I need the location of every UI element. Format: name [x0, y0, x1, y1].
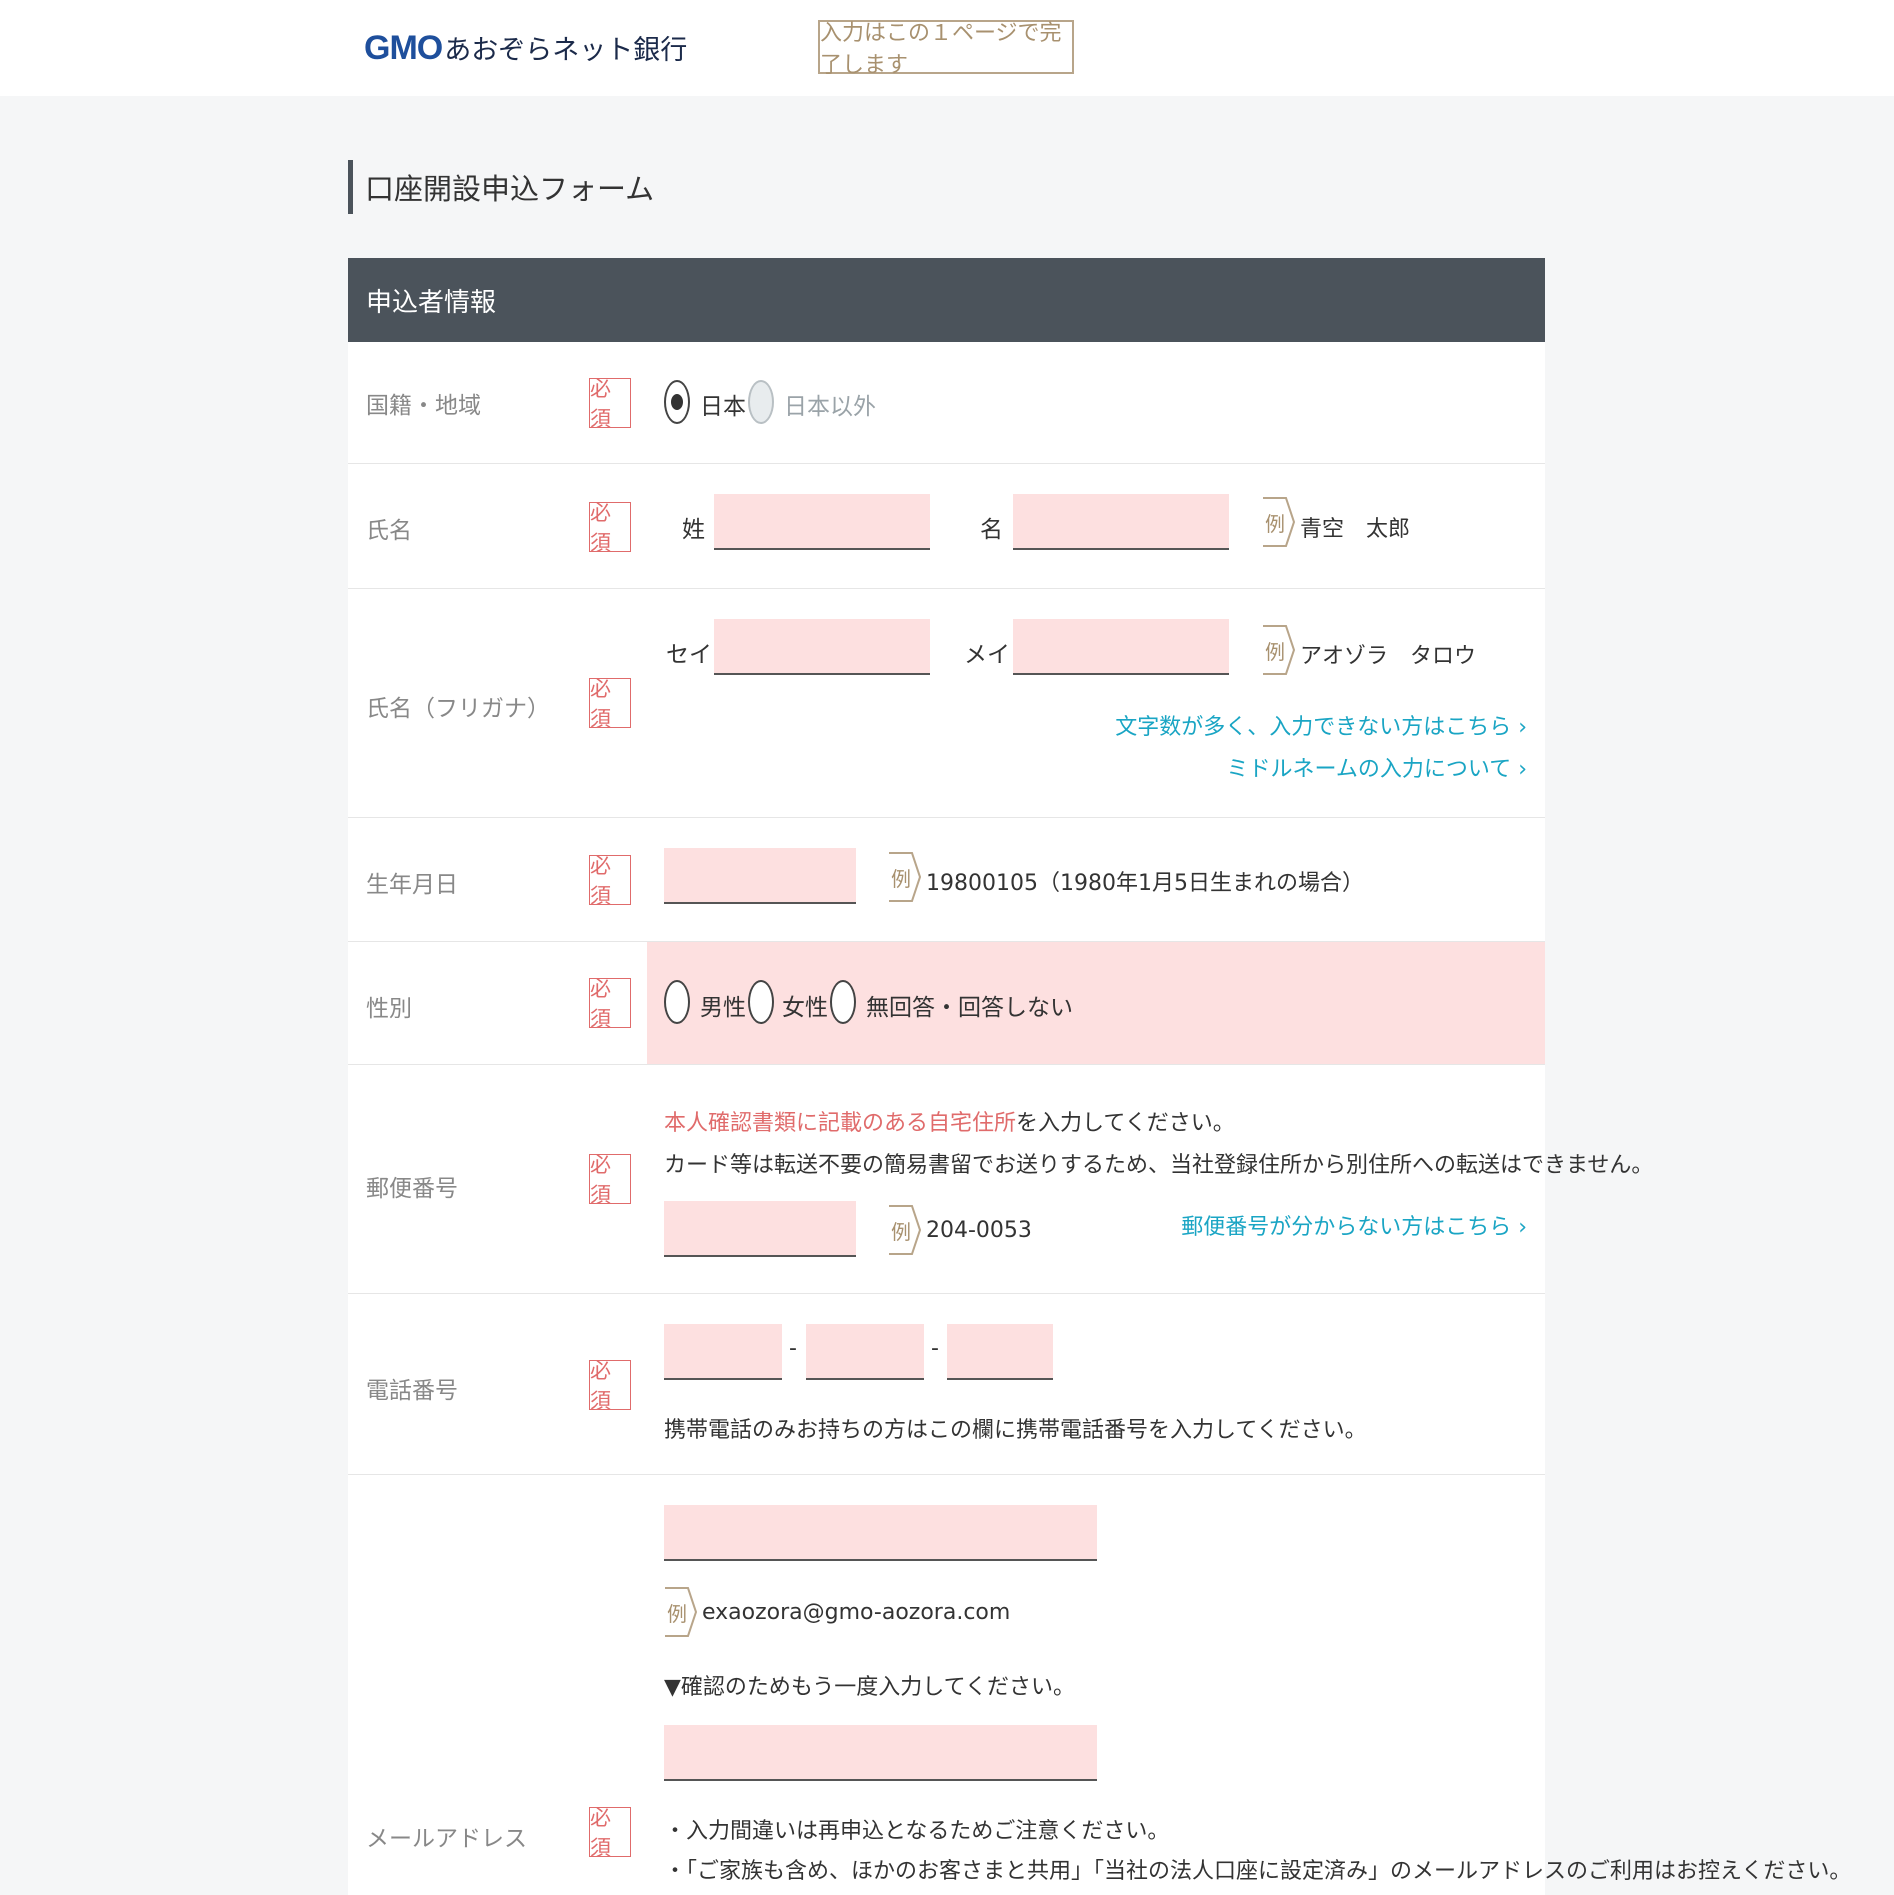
example-mark-text: 例 [667, 1601, 687, 1626]
phone-part1-input[interactable] [664, 1324, 782, 1380]
gender-none-radio[interactable] [830, 980, 856, 1024]
example-mark-text: 例 [1265, 511, 1285, 536]
required-badge: 必須 [589, 854, 631, 908]
phone-part3-input[interactable] [947, 1324, 1053, 1380]
first-name-label: 名 [980, 517, 1003, 543]
one-page-badge: 入力はこの１ページで完了します [818, 20, 1074, 78]
postal-note-2: カード等は転送不要の簡易書留でお送りするため、当社登録住所から別住所への転送はで… [664, 1153, 1654, 1178]
logo-bank-name: あおぞらネット銀行 [444, 35, 688, 66]
required-badge: 必須 [589, 677, 631, 731]
gender-female-label[interactable]: 女性 [782, 988, 828, 1022]
row-birthday: 生年月日 必須 例 19800105（1980年1月5日生まれの場合） [348, 818, 1545, 942]
application-form: 申込者情報 国籍・地域 必須 日本 日本以外 氏名 必須 姓 名 例 青空 太郎… [348, 258, 1851, 1895]
last-name-label: 姓 [682, 517, 705, 543]
row-name: 氏名 必須 姓 名 例 青空 太郎 [348, 464, 1545, 589]
gender-male-label[interactable]: 男性 [700, 988, 746, 1022]
nationality-japan-radio[interactable] [664, 380, 690, 424]
postal-label: 郵便番号 [366, 1176, 458, 1202]
first-name-input[interactable] [1013, 494, 1229, 550]
nationality-japan-label[interactable]: 日本 [700, 387, 746, 421]
kana-example: アオゾラ タロウ [1300, 644, 1477, 669]
kana-first-label: メイ [964, 642, 1010, 668]
example-mark-text: 例 [891, 866, 911, 891]
example-mark-text: 例 [891, 1219, 911, 1244]
email-bullet-1: ・入力間違いは再申込となるためご注意ください。 [664, 1819, 1170, 1844]
phone-label: 電話番号 [366, 1378, 458, 1404]
long-name-link[interactable]: 文字数が多く、入力できない方はこちら › [1115, 709, 1527, 741]
birthday-input[interactable] [664, 848, 856, 904]
logo-gmo-text: GMO [364, 29, 443, 67]
required-badge: 必須 [589, 1359, 631, 1413]
required-badge: 必須 [589, 1806, 631, 1860]
example-mark: 例 [1262, 625, 1296, 675]
email-confirm-input[interactable] [664, 1725, 1097, 1781]
phone-separator: - [931, 1336, 939, 1361]
postal-example: 204-0053 [926, 1218, 1032, 1243]
row-name-kana: 氏名（フリガナ） 必須 セイ メイ 例 アオゾラ タロウ 文字数が多く、入力でき… [348, 589, 1545, 818]
middle-name-link[interactable]: ミドルネームの入力について › [1227, 751, 1527, 783]
row-gender: 性別 必須 男性 女性 無回答・回答しない [348, 942, 1545, 1065]
kana-label: 氏名（フリガナ） [366, 696, 550, 722]
gender-female-radio[interactable] [748, 980, 774, 1024]
required-badge: 必須 [589, 377, 631, 431]
site-header: GMO あおぞらネット銀行 入力はこの１ページで完了します [0, 0, 1894, 96]
row-phone: 電話番号 必須 - - 携帯電話のみお持ちの方はこの欄に携帯電話番号を入力してく… [348, 1294, 1545, 1475]
gender-none-label[interactable]: 無回答・回答しない [866, 988, 1073, 1022]
required-badge: 必須 [589, 501, 631, 555]
phone-note: 携帯電話のみお持ちの方はこの欄に携帯電話番号を入力してください。 [664, 1418, 1367, 1443]
nationality-other-label[interactable]: 日本以外 [784, 387, 876, 421]
last-name-input[interactable] [714, 494, 930, 550]
birthday-example: 19800105（1980年1月5日生まれの場合） [926, 871, 1364, 896]
postal-note-rest: を入力してください。 [1016, 1111, 1235, 1136]
row-email: メールアドレス 必須 例 exaozora@gmo-aozora.com ▼確認… [348, 1475, 1851, 1895]
phone-separator: - [789, 1336, 797, 1361]
email-input[interactable] [664, 1505, 1097, 1561]
postal-lookup-link[interactable]: 郵便番号が分からない方はこちら › [1181, 1209, 1527, 1241]
row-nationality: 国籍・地域 必須 日本 日本以外 [348, 342, 1545, 464]
phone-part2-input[interactable] [806, 1324, 924, 1380]
email-label: メールアドレス [366, 1826, 527, 1852]
example-mark: 例 [888, 1205, 922, 1255]
bank-logo[interactable]: GMO あおぞらネット銀行 [364, 28, 687, 68]
example-mark: 例 [888, 852, 922, 902]
section-header-applicant: 申込者情報 [348, 258, 1545, 342]
nationality-label: 国籍・地域 [366, 393, 481, 419]
postal-code-input[interactable] [664, 1201, 856, 1257]
row-postal: 郵便番号 必須 本人確認書類に記載のある自宅住所を入力してください。 カード等は… [348, 1065, 1653, 1294]
email-confirm-note: ▼確認のためもう一度入力してください。 [664, 1675, 1075, 1700]
gender-male-radio[interactable] [664, 980, 690, 1024]
page-title: 口座開設申込フォーム [348, 160, 654, 214]
name-label: 氏名 [366, 518, 412, 544]
required-badge: 必須 [589, 977, 631, 1031]
gender-label: 性別 [366, 996, 412, 1022]
email-bullet-2: ・「ご家族も含め、ほかのお客さまと共用」「当社の法人口座に設定済み」のメールアド… [664, 1859, 1852, 1884]
example-mark: 例 [664, 1587, 698, 1637]
kana-last-label: セイ [666, 642, 712, 668]
email-example: exaozora@gmo-aozora.com [702, 1600, 1011, 1625]
kana-first-input[interactable] [1013, 619, 1229, 675]
birthday-label: 生年月日 [366, 872, 458, 898]
required-badge: 必須 [589, 1153, 631, 1207]
postal-note-highlight: 本人確認書類に記載のある自宅住所 [664, 1111, 1017, 1136]
example-mark: 例 [1262, 497, 1296, 547]
name-example: 青空 太郎 [1300, 517, 1411, 542]
nationality-other-radio[interactable] [748, 380, 774, 424]
kana-last-input[interactable] [714, 619, 930, 675]
example-mark-text: 例 [1265, 639, 1285, 664]
postal-note-1: 本人確認書類に記載のある自宅住所を入力してください。 [664, 1105, 1235, 1137]
